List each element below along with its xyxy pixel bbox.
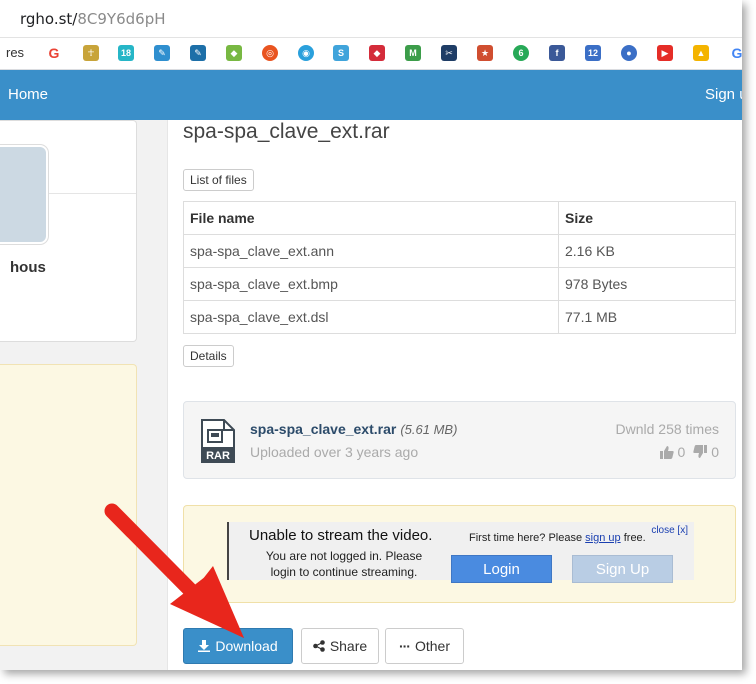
site-navbar: Home Sign up [0,70,742,120]
file-name-cell: spa-spa_clave_ext.dsl [183,300,559,334]
swirl-icon[interactable]: S [333,45,349,61]
rar-file-icon: RAR [201,419,235,463]
edit-icon[interactable]: ✎ [154,45,170,61]
signup-button[interactable]: Sign Up [572,555,673,583]
login-button[interactable]: Login [451,555,552,583]
browser-window: rgho.st/8C9Y6d6pH res G ☥ 18 ✎ ✎ ◆ ◎ ◉ S ◆ M ✂ ★ 6 f 12… [0,0,742,670]
table-header-row: File name Size [183,201,736,235]
stream-error-message: Unable to stream the video. [249,527,433,544]
stream-promo-box: Unable to stream the video. You are not … [183,505,736,603]
vote-counts: 0 0 [659,444,719,460]
other-label: Other [414,638,450,654]
download-label: Download [215,638,278,654]
file-size-cell: 2.16 KB [558,234,736,268]
share-label: Share [329,638,368,654]
sidebar-ad-box [0,364,137,646]
file-card: RAR spa-spa_clave_ext.rar (5.61 MB) Uploa… [183,401,736,479]
column-header-file-name: File name [183,201,559,235]
nav-home-link[interactable]: Home [8,86,48,103]
thumbs-down-icon [693,445,708,458]
username[interactable]: hous [10,259,46,276]
stream-notice: Unable to stream the video. You are not … [227,522,694,583]
table-row: spa-spa_clave_ext.bmp 978 Bytes [183,267,736,301]
target-icon[interactable]: ◉ [298,45,314,61]
not-logged-message: You are not logged in. Please login to c… [265,549,423,579]
share-icon [313,640,325,652]
other-button[interactable]: ··· Other [385,628,464,664]
thumbs-up-button[interactable]: 0 [659,444,686,460]
upload-time: Uploaded over 3 years ago [250,444,419,460]
android-icon[interactable]: ◆ [226,45,242,61]
likes-count: 0 [677,444,686,460]
download-icon [198,640,211,652]
bookmarks-bar: res G ☥ 18 ✎ ✎ ◆ ◎ ◉ S ◆ M ✂ ★ 6 f 12 ● ▶ ▲ G [0,38,742,70]
dislikes-count: 0 [711,444,719,460]
scissors-icon[interactable]: ✂ [441,45,457,61]
download-button[interactable]: Download [183,628,293,664]
file-card-size: (5.61 MB) [400,422,458,437]
table-row: spa-spa_clave_ext.ann 2.16 KB [183,234,736,268]
address-bar[interactable]: rgho.st/8C9Y6d6pH [0,0,742,38]
google-partial-icon[interactable]: G [729,45,742,61]
drive-icon[interactable]: ▲ [693,45,709,61]
user-icon[interactable]: ● [621,45,637,61]
facebook-icon[interactable]: f [549,45,565,61]
file-name-cell: spa-spa_clave_ext.bmp [183,267,559,301]
table-row: spa-spa_clave_ext.dsl 77.1 MB [183,300,736,334]
rar-icon-label: RAR [206,450,230,462]
file-size-cell: 978 Bytes [558,267,736,301]
stream-signup-link[interactable]: sign up [585,532,620,544]
close-link[interactable]: close [x] [651,525,688,536]
calendar-icon[interactable]: 12 [585,45,601,61]
figure-icon[interactable]: ☥ [83,45,99,61]
ubuntu-icon[interactable]: ◎ [262,45,278,61]
first-time-message: First time here? Please sign up free. [469,532,646,544]
share-button[interactable]: Share [301,628,379,664]
thumbs-up-icon [659,446,674,459]
star-icon[interactable]: ★ [477,45,493,61]
download-count: Dwnld 258 times [615,421,720,437]
edit-icon-2[interactable]: ✎ [190,45,206,61]
google-icon[interactable]: G [46,45,62,61]
nav-signup-link[interactable]: Sign up [705,86,742,103]
details-button[interactable]: Details [183,345,234,367]
file-name-cell: spa-spa_clave_ext.ann [183,234,559,268]
file-card-name[interactable]: spa-spa_clave_ext.rar (5.61 MB) [250,421,457,437]
page-title: spa-spa_clave_ext.rar [183,120,390,143]
url-text[interactable]: rgho.st/8C9Y6d6pH [20,10,166,28]
list-of-files-button[interactable]: List of files [183,169,254,191]
bookmark-partial-label[interactable]: res [6,45,24,60]
thumbs-down-button[interactable]: 0 [693,444,719,460]
youtube-icon[interactable]: ▶ [657,45,673,61]
files-table: File name Size spa-spa_clave_ext.ann 2.1… [183,201,736,334]
ellipsis-icon: ··· [398,638,411,654]
bookmark-icon-3[interactable]: 18 [118,45,134,61]
six-icon[interactable]: 6 [513,45,529,61]
m-icon[interactable]: M [405,45,421,61]
red-cube-icon[interactable]: ◆ [369,45,385,61]
file-size-cell: 77.1 MB [558,300,736,334]
avatar[interactable] [0,145,48,244]
column-header-size: Size [558,201,736,235]
